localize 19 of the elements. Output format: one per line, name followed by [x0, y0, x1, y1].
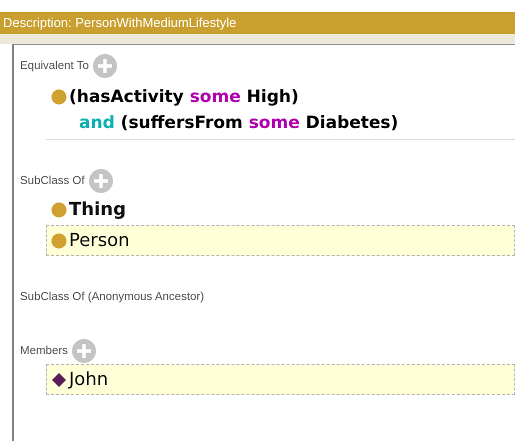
entity-name: John [69, 369, 108, 390]
highlighted-row[interactable]: John [46, 364, 515, 395]
class-icon [51, 89, 67, 105]
description-header: Description: PersonWithMediumLifestyle [0, 12, 515, 34]
expression-line: and (suffersFrom some Diabetes) [78, 112, 398, 135]
section-label: SubClass Of (Anonymous Ancestor) [20, 291, 204, 303]
highlighted-row[interactable]: Person [46, 225, 515, 256]
diamond-icon [51, 372, 67, 388]
section-label: SubClass Of [20, 175, 85, 187]
expression-line: (hasActivity some High) [69, 86, 300, 109]
section-label: Members [20, 345, 68, 357]
add-icon[interactable] [92, 54, 117, 78]
add-icon[interactable] [88, 169, 113, 193]
class-icon [51, 202, 67, 218]
add-icon[interactable] [72, 339, 96, 363]
entity-name: Thing [69, 199, 126, 220]
class-icon [51, 232, 67, 248]
entity-name: Person [69, 230, 130, 251]
section-label: Equivalent To [20, 60, 89, 72]
